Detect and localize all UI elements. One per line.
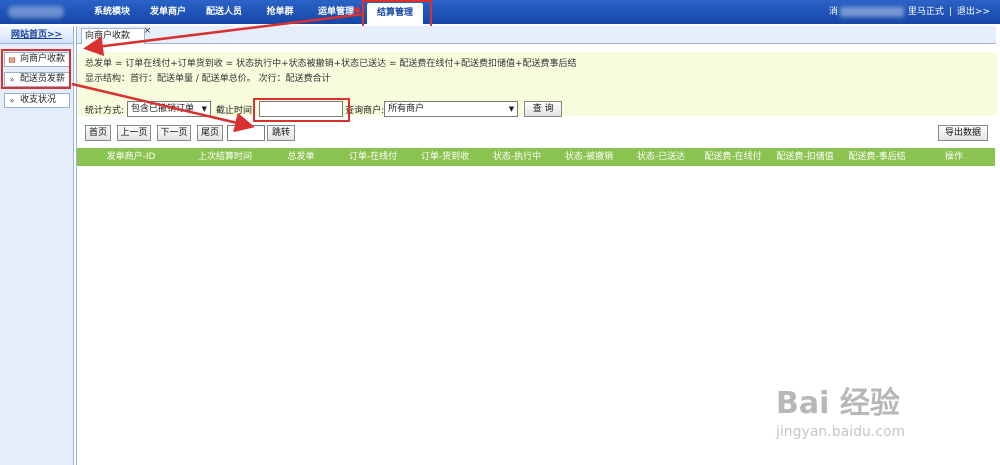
first-page-button[interactable]: 首页 — [85, 125, 111, 141]
pager-row: 首页 上一页 下一页 尾页 跳转 — [85, 125, 295, 141]
next-page-button[interactable]: 下一页 — [157, 125, 191, 141]
column-header: 操作 — [944, 152, 963, 162]
watermark-url: jingyan.baidu.com — [776, 424, 906, 440]
last-page-button[interactable]: 尾页 — [197, 125, 223, 141]
export-button[interactable]: 导出数据 — [938, 125, 988, 141]
column-header: 配送费-扣储值 — [776, 152, 834, 162]
tab-label: 向商户收款 — [85, 31, 131, 41]
divider: | — [948, 7, 952, 17]
column-header: 上次结算时间 — [197, 152, 252, 162]
column-header: 配送费-事后结 — [848, 152, 906, 162]
page-number-input[interactable] — [227, 125, 265, 141]
table-header: 发单商户-ID 上次结算时间 总发单 订单-在线付 订单-货到收 状态-执行中 … — [77, 148, 995, 166]
column-header: 订单-货到收 — [420, 152, 470, 162]
column-header: 总发单 — [287, 152, 315, 162]
watermark-brand: Bai 经验 — [776, 386, 900, 421]
logout-link[interactable]: 退出>> — [957, 0, 990, 24]
stat-label: 统计方式: — [85, 105, 125, 116]
nav-grab-group[interactable]: 抢单群 — [252, 0, 308, 24]
time-label: 截止时间: — [216, 105, 256, 116]
tab-merchant-collection[interactable]: 向商户收款 × — [81, 27, 151, 44]
stat-select-value: 包含已撤销订单 — [131, 104, 195, 114]
logo — [8, 6, 64, 18]
blurred-username — [839, 7, 904, 17]
close-icon[interactable]: × — [143, 27, 152, 36]
annotation-box-sidebar — [1, 49, 71, 89]
nav-waybill[interactable]: 运单管理 — [308, 0, 364, 24]
column-header: 配送费-在线付 — [704, 152, 762, 162]
top-bar: 系统模块 发单商户 配送人员 抢单群 运单管理 结算管理 消 里马正式 | 退出… — [0, 0, 1000, 24]
sidebar-item-label: 收支状况 — [20, 95, 57, 105]
nav-system-module[interactable]: 系统模块 — [84, 0, 140, 24]
sidebar: 网站首页>> ▤ 向商户收款 » 配送员发薪 » 收支状况 — [0, 26, 74, 465]
column-header: 订单-在线付 — [348, 152, 398, 162]
nav-merchants[interactable]: 发单商户 — [140, 0, 196, 24]
column-header: 状态-执行中 — [492, 152, 542, 162]
query-button[interactable]: 查 询 — [524, 101, 563, 117]
merchant-select-value: 所有商户 — [388, 104, 425, 114]
notice-line-1: 总发单 = 订单在线付+订单货到收 = 状态执行中+状态被撤销+状态已送达 = … — [85, 59, 577, 69]
column-header: 状态-被撤销 — [564, 152, 614, 162]
sidebar-item-income-expense[interactable]: » 收支状况 — [4, 93, 70, 108]
tab-strip: 向商户收款 × — [77, 26, 996, 44]
chevron-down-icon: ▼ — [508, 105, 515, 113]
stat-select[interactable]: 包含已撤销订单 ▼ — [127, 101, 212, 117]
column-header: 状态-已送达 — [636, 152, 686, 162]
nav-couriers[interactable]: 配送人员 — [196, 0, 252, 24]
annotation-box-time-input — [253, 98, 350, 122]
jump-button[interactable]: 跳转 — [267, 125, 295, 141]
user-area: 消 里马正式 | 退出>> — [829, 0, 990, 24]
double-arrow-icon: » — [9, 95, 15, 105]
user-prefix: 消 — [828, 7, 838, 17]
chevron-down-icon: ▼ — [201, 105, 208, 113]
merchant-label: 查询商户: — [345, 105, 385, 116]
home-link[interactable]: 网站首页>> — [0, 26, 73, 44]
prev-page-button[interactable]: 上一页 — [117, 125, 151, 141]
column-header: 发单商户-ID — [106, 152, 156, 162]
merchant-select[interactable]: 所有商户 ▼ — [384, 101, 519, 117]
user-suffix: 里马正式 — [907, 7, 944, 17]
notice-line-2: 显示结构：首行：配送单量 / 配送单总价。 次行：配送费合计 — [85, 74, 331, 84]
